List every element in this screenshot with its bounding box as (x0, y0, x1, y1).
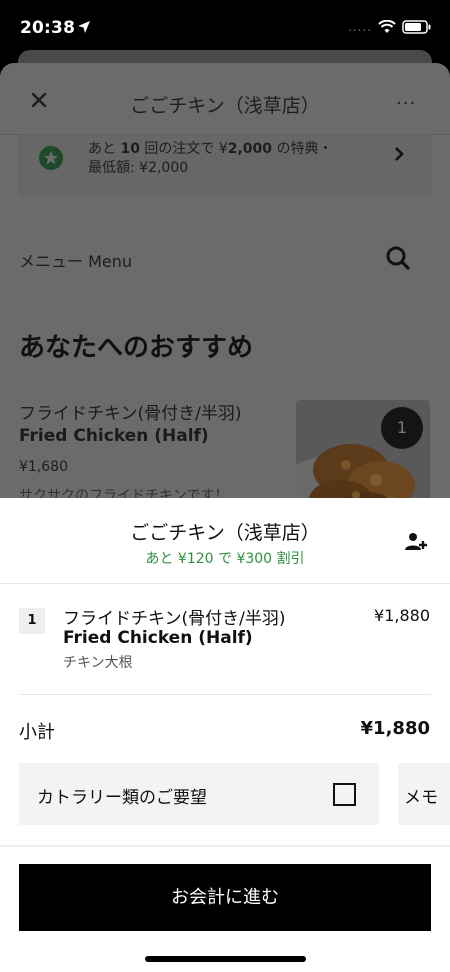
status-time: 20:38 (20, 18, 76, 38)
menu-label: メニュー Menu (19, 252, 133, 271)
cart-item-price: ¥1,880 (374, 606, 430, 625)
store-sheet: ごごチキン（浅草店） ··· あと 10 回の注文で ¥2,000 の特典・ 最… (0, 63, 450, 523)
status-bar: 20:38 ..... (0, 0, 450, 48)
item-quantity-badge: 1 (381, 407, 423, 449)
cart-item-option: チキン大根 (63, 655, 133, 671)
store-header: ごごチキン（浅草店） ··· (0, 63, 450, 135)
subtotal-label: 小計 (19, 722, 55, 743)
menu-item-title-jp: フライドチキン(骨付き/半羽) (19, 404, 242, 424)
promo-text-line1: あと 10 回の注文で ¥2,000 の特典・ (88, 141, 333, 157)
more-options-icon[interactable]: ··· (396, 93, 416, 114)
star-badge-icon (39, 146, 63, 170)
wifi-icon (378, 20, 396, 33)
add-person-icon[interactable] (404, 530, 428, 554)
chevron-right-icon[interactable] (392, 145, 406, 163)
menu-item-price: ¥1,680 (19, 459, 68, 475)
menu-item-title-en: Fried Chicken (Half) (19, 426, 209, 446)
cart-item-name-en: Fried Chicken (Half) (63, 628, 253, 648)
cart-discount-note: あと ¥120 で ¥300 割引 (145, 551, 305, 567)
checkout-button[interactable]: お会計に進む (19, 864, 431, 931)
cellular-signal-icon: ..... (348, 20, 373, 34)
cart-sheet: ごごチキン（浅草店） あと ¥120 で ¥300 割引 1 フライドチキン(骨… (0, 498, 450, 972)
home-indicator (145, 956, 306, 962)
section-heading: あなたへのおすすめ (19, 333, 254, 363)
store-title: ごごチキン（浅草店） (130, 95, 320, 117)
menu-item-title[interactable]: フライドチキン(骨付き/半羽) Fried Chicken (Half) (19, 403, 284, 447)
promo-text-line2: 最低額: ¥2,000 (88, 160, 189, 176)
battery-icon (402, 20, 431, 34)
cart-item-name-jp: フライドチキン(骨付き/半羽) (63, 609, 286, 629)
memo-option[interactable]: メモ (398, 763, 450, 825)
cart-header: ごごチキン（浅草店） あと ¥120 で ¥300 割引 (0, 498, 450, 584)
cart-store-name: ごごチキン（浅草店） (130, 522, 320, 544)
cutlery-label: カトラリー類のご要望 (37, 788, 207, 808)
cart-item[interactable]: 1 フライドチキン(骨付き/半羽) Fried Chicken (Half) チ… (0, 584, 450, 694)
promo-banner[interactable]: あと 10 回の注文で ¥2,000 の特典・ 最低額: ¥2,000 (18, 135, 432, 197)
divider (19, 694, 431, 695)
memo-label: メモ (404, 788, 438, 808)
location-arrow-icon (78, 21, 90, 33)
search-icon[interactable] (385, 245, 411, 271)
subtotal-value: ¥1,880 (360, 718, 430, 739)
cart-item-qty[interactable]: 1 (19, 608, 45, 634)
divider (0, 845, 450, 847)
cutlery-request-option[interactable]: カトラリー類のご要望 (19, 763, 379, 825)
cutlery-checkbox[interactable] (333, 783, 356, 806)
